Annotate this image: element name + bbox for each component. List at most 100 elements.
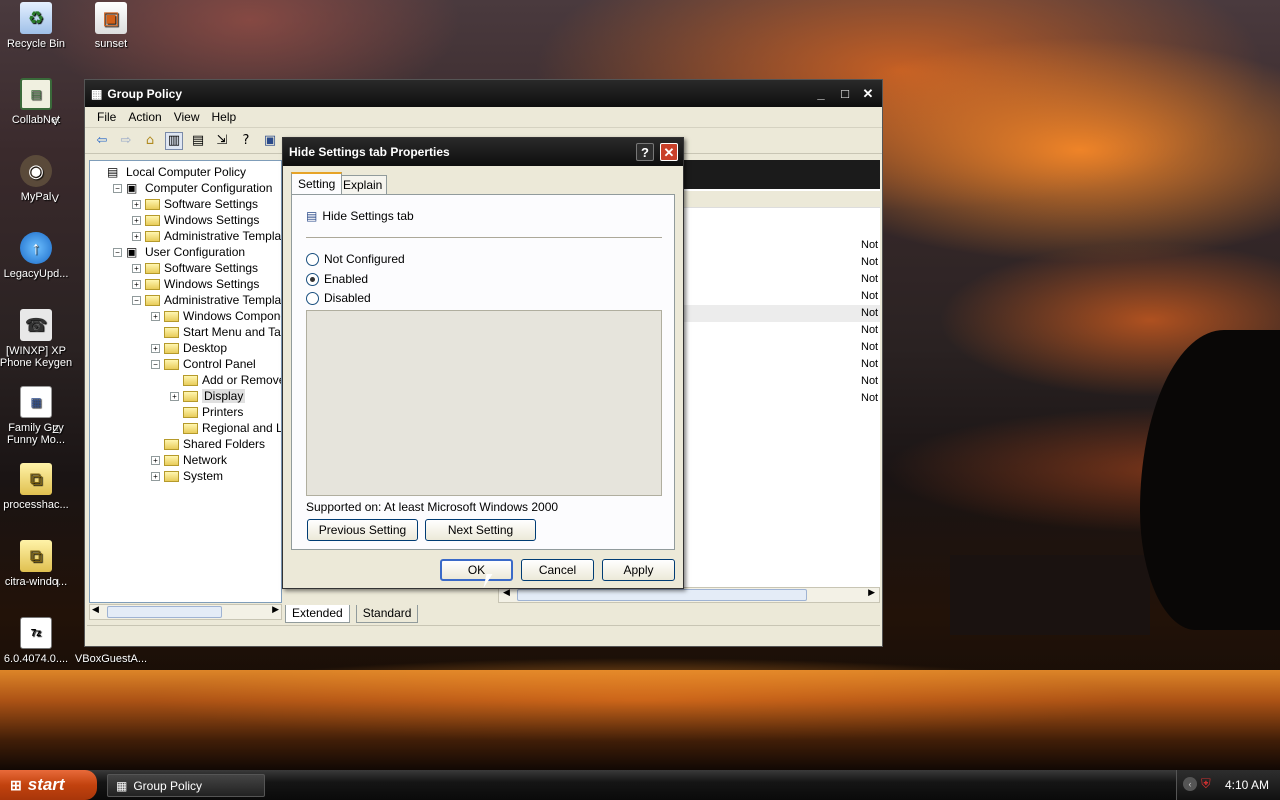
radio-button[interactable] bbox=[306, 272, 319, 286]
expand-icon[interactable]: + bbox=[132, 231, 141, 241]
radio-enabled[interactable]: Enabled bbox=[306, 272, 368, 286]
tree-node[interactable]: + Administrative Templates bbox=[132, 228, 281, 244]
tab-standard[interactable]: Standard bbox=[355, 605, 419, 623]
collapse-icon[interactable]: − bbox=[132, 295, 141, 305]
document-icon: ▦ bbox=[20, 386, 52, 418]
expand-icon[interactable]: + bbox=[151, 311, 160, 321]
tree-node[interactable]: + Windows Settings bbox=[132, 276, 259, 292]
scroll-left-icon[interactable]: ◀ bbox=[503, 588, 510, 598]
tree-node[interactable]: − Control Panel bbox=[151, 356, 256, 372]
tab-extended[interactable]: Extended bbox=[285, 605, 350, 623]
scroll-thumb[interactable] bbox=[517, 589, 807, 601]
tree-node[interactable]: + System bbox=[151, 468, 223, 484]
menu-view[interactable]: View bbox=[168, 110, 206, 124]
collapse-icon[interactable]: − bbox=[151, 359, 160, 369]
close-button[interactable]: ✕ bbox=[660, 143, 678, 161]
scroll-thumb[interactable] bbox=[107, 606, 222, 618]
close-button[interactable]: ✕ bbox=[859, 85, 877, 103]
taskbar-button-group-policy[interactable]: ▦ Group Policy bbox=[107, 774, 265, 797]
tree-horizontal-scrollbar[interactable]: ◀ ▶ bbox=[89, 604, 282, 620]
tree-node[interactable]: + Desktop bbox=[151, 340, 227, 356]
tree-node[interactable]: − ▣ User Configuration bbox=[113, 244, 245, 260]
security-shield-icon[interactable]: ⛨ bbox=[1201, 776, 1211, 792]
back-icon[interactable]: ⇦ bbox=[93, 132, 111, 150]
export-list-icon[interactable]: ⇲ bbox=[213, 132, 231, 150]
help-icon[interactable]: ? bbox=[237, 132, 255, 150]
desktop-icon-label: [WINXP] XP Phone Keygen bbox=[0, 345, 73, 369]
dialog-titlebar[interactable]: Hide Settings tab Properties ? ✕ bbox=[283, 138, 683, 166]
desktop-icon-phone-keygen[interactable]: ☎ [WINXP] XP Phone Keygen bbox=[0, 309, 74, 369]
clock[interactable]: 4:10 AM bbox=[1225, 778, 1269, 792]
tray-expand-icon[interactable]: ‹ bbox=[1183, 777, 1197, 791]
desktop-icon-citra[interactable]: ⧉ citra-windo... bbox=[0, 540, 74, 588]
expand-icon[interactable]: + bbox=[151, 455, 160, 465]
tab-explain[interactable]: Explain bbox=[338, 175, 388, 194]
expand-icon[interactable]: + bbox=[132, 279, 141, 289]
help-button[interactable]: ? bbox=[636, 143, 654, 161]
expand-icon[interactable]: + bbox=[132, 199, 141, 209]
tree-node[interactable]: Start Menu and Taskbar bbox=[151, 324, 281, 340]
minimize-button[interactable]: _ bbox=[812, 85, 830, 103]
desktop-icon-collabnet[interactable]: ▤ CollabNet bbox=[0, 78, 74, 126]
next-setting-button[interactable]: Next Setting bbox=[425, 519, 536, 541]
list-horizontal-scrollbar[interactable]: ◀ ▶ bbox=[498, 587, 880, 603]
show-hide-tree-icon[interactable]: ▥ bbox=[165, 131, 183, 150]
menu-action[interactable]: Action bbox=[122, 110, 167, 124]
desktop-icon-mypal[interactable]: ◉ MyPal bbox=[0, 155, 74, 203]
tree-node[interactable]: + Software Settings bbox=[132, 196, 258, 212]
desktop-icon-processhacker[interactable]: ⧉ processhac... bbox=[0, 463, 74, 511]
window-titlebar[interactable]: ▦ Group Policy _ □ ✕ bbox=[85, 80, 882, 107]
windows-logo-icon: ⊞ bbox=[10, 776, 22, 793]
up-folder-icon[interactable]: ⌂ bbox=[141, 132, 159, 150]
menu-file[interactable]: File bbox=[91, 110, 122, 124]
desktop-icon-legacyupdate[interactable]: ↑ LegacyUpd... bbox=[0, 232, 74, 280]
tree-node[interactable]: + Windows Components bbox=[151, 308, 281, 324]
tab-setting[interactable]: Setting bbox=[291, 172, 343, 194]
desktop-icon-sunset[interactable]: ▣ sunset bbox=[73, 2, 149, 50]
properties-icon[interactable]: ▤ bbox=[189, 132, 207, 150]
scroll-right-icon[interactable]: ▶ bbox=[868, 588, 875, 598]
desktop-icon-7z-archive[interactable]: 7z 6.0.4074.0.... bbox=[0, 617, 74, 665]
tree-node[interactable]: + Display bbox=[170, 388, 246, 404]
expand-icon[interactable]: + bbox=[132, 263, 141, 273]
scroll-right-icon[interactable]: ▶ bbox=[272, 605, 279, 615]
forward-icon[interactable]: ⇨ bbox=[117, 132, 135, 150]
expand-icon[interactable]: + bbox=[170, 391, 179, 401]
apply-button[interactable]: Apply bbox=[602, 559, 675, 581]
collapse-icon[interactable]: − bbox=[113, 247, 122, 257]
tree-node[interactable]: ▤ Local Computer Policy bbox=[94, 164, 246, 180]
tree-node[interactable]: Shared Folders bbox=[151, 436, 265, 452]
previous-setting-button[interactable]: Previous Setting bbox=[307, 519, 418, 541]
desktop-icon-family-guy[interactable]: ▦ Family Guy Funny Mo... bbox=[0, 386, 74, 446]
start-button[interactable]: ⊞ start bbox=[0, 770, 97, 800]
desktop-icon-recycle-bin[interactable]: ♻ Recycle Bin bbox=[0, 2, 74, 50]
tree-node[interactable]: + Software Settings bbox=[132, 260, 258, 276]
expand-icon[interactable]: + bbox=[132, 215, 141, 225]
scroll-left-icon[interactable]: ◀ bbox=[92, 605, 99, 615]
radio-button[interactable] bbox=[306, 252, 319, 266]
tree-node[interactable]: Regional and Language bbox=[170, 420, 281, 436]
tree-node[interactable]: Add or Remove Programs bbox=[170, 372, 281, 388]
tree-node[interactable]: + Network bbox=[151, 452, 227, 468]
maximize-button[interactable]: □ bbox=[836, 85, 854, 103]
tree-node[interactable]: − Administrative Templates bbox=[132, 292, 281, 308]
tree-node[interactable]: + Windows Settings bbox=[132, 212, 259, 228]
radio-button[interactable] bbox=[306, 291, 319, 305]
menu-help[interactable]: Help bbox=[206, 110, 243, 124]
expand-icon[interactable]: + bbox=[151, 343, 160, 353]
cancel-button[interactable]: Cancel bbox=[521, 559, 594, 581]
gp-app-icon: ▦ bbox=[116, 778, 128, 793]
computer-icon: ▣ bbox=[126, 181, 138, 195]
column-header[interactable] bbox=[682, 191, 880, 208]
gp-app-icon: ▦ bbox=[91, 86, 103, 101]
tree-node[interactable]: Printers bbox=[170, 404, 243, 420]
expand-icon[interactable]: + bbox=[151, 471, 160, 481]
collapse-icon[interactable]: − bbox=[113, 183, 122, 193]
radio-disabled[interactable]: Disabled bbox=[306, 291, 371, 305]
tree-node[interactable]: − ▣ Computer Configuration bbox=[113, 180, 272, 196]
desktop-icon-partial-label: Z bbox=[52, 424, 59, 436]
radio-not-configured[interactable]: Not Configured bbox=[306, 252, 405, 266]
desktop-wallpaper: ♻ Recycle Bin ▣ sunset ▤ CollabNet ◉ MyP… bbox=[0, 0, 1280, 770]
ok-button[interactable]: OK bbox=[440, 559, 513, 581]
extended-view-icon[interactable]: ▣ bbox=[261, 132, 279, 150]
